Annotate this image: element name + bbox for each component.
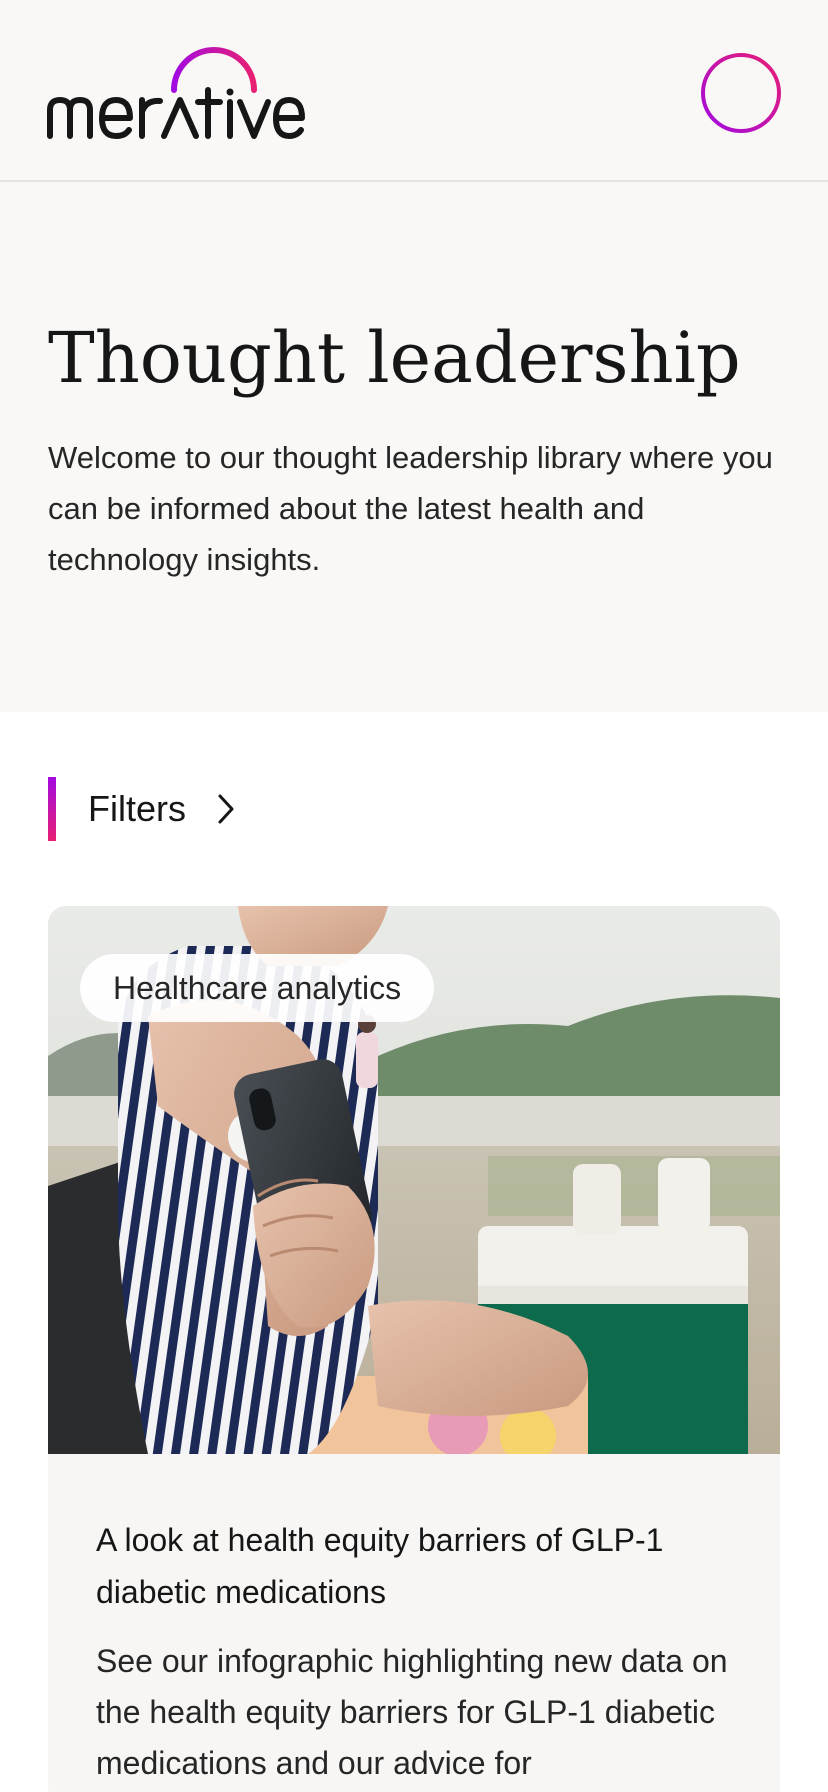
filters-label: Filters: [88, 788, 186, 829]
page-title: Thought leadership: [48, 317, 741, 399]
site-header: [0, 0, 828, 182]
article-card[interactable]: Healthcare analytics A look at health eq…: [48, 906, 780, 1792]
page-description: Welcome to our thought leadership librar…: [48, 440, 773, 577]
filters-accent-bar: [48, 777, 56, 841]
category-tag[interactable]: Healthcare analytics: [80, 954, 435, 1022]
merative-logo-icon: [47, 47, 305, 139]
article-description: See our infographic highlighting new dat…: [96, 1643, 728, 1781]
hamburger-menu-icon: [701, 53, 781, 133]
merative-logo[interactable]: [46, 46, 306, 142]
article-title[interactable]: A look at health equity barriers of GLP-…: [96, 1514, 736, 1618]
menu-button[interactable]: [700, 52, 782, 134]
hero-section: Thought leadership Welcome to our though…: [0, 182, 828, 712]
filters-toggle[interactable]: Filters: [48, 777, 238, 841]
chevron-right-icon: [218, 794, 234, 824]
article-image: Healthcare analytics: [48, 906, 780, 1454]
